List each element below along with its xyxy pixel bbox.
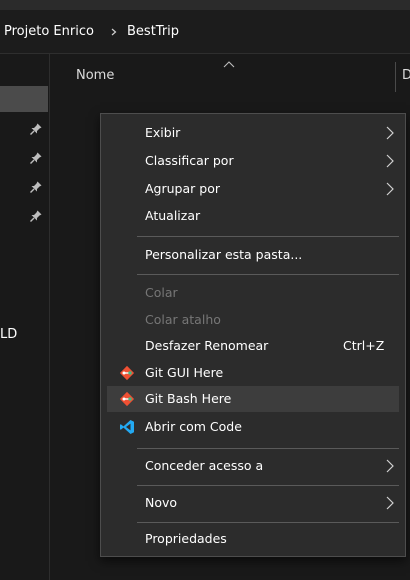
menu-item-agrupar-por[interactable]: Agrupar por [107, 176, 399, 202]
menu-item-label: Abrir com Code [145, 419, 242, 434]
column-header-name[interactable]: Nome [76, 68, 114, 83]
menu-item-colar[interactable]: Colar [107, 280, 399, 306]
git-icon [119, 365, 135, 381]
menu-item-label: Novo [145, 495, 178, 510]
shortcut-label: Ctrl+Z [343, 338, 385, 353]
column-header-date[interactable]: D [402, 68, 410, 83]
menu-item-novo[interactable]: Novo [107, 490, 399, 516]
chevron-right-icon [386, 459, 394, 473]
breadcrumb-item-besttrip[interactable]: BestTrip [127, 22, 179, 42]
pin-icon[interactable] [29, 122, 43, 136]
menu-item-label: Colar [145, 285, 178, 300]
git-icon [119, 391, 135, 407]
chevron-right-icon [386, 182, 394, 196]
menu-item-label: Agrupar por [145, 181, 220, 196]
menu-item-colar-atalho[interactable]: Colar atalho [107, 307, 399, 333]
menu-item-label: Atualizar [145, 208, 201, 223]
menu-separator [137, 522, 399, 523]
menu-item-exibir[interactable]: Exibir [107, 120, 399, 146]
menu-item-git-gui-here[interactable]: Git GUI Here [107, 360, 399, 386]
menu-item-label: Conceder acesso a [145, 458, 264, 473]
menu-item-abrir-com-code[interactable]: Abrir com Code [107, 414, 399, 440]
column-divider[interactable] [395, 62, 396, 92]
vscode-icon [120, 420, 134, 434]
chevron-right-icon [386, 126, 394, 140]
menu-item-label: Personalizar esta pasta... [145, 247, 303, 262]
menu-separator [137, 274, 399, 275]
menu-item-label: Classificar por [145, 153, 234, 168]
window-title-strip [0, 0, 410, 10]
menu-item-desfazer-renomear[interactable]: Desfazer Renomear Ctrl+Z [107, 333, 399, 359]
navigation-pane: LD [0, 54, 50, 580]
nav-item-truncated-label[interactable]: LD [0, 327, 17, 342]
menu-item-label: Git GUI Here [145, 365, 224, 380]
menu-separator [137, 448, 399, 449]
breadcrumb-item-projeto-enrico[interactable]: Projeto Enrico [4, 22, 94, 42]
menu-item-label: Colar atalho [145, 312, 221, 327]
chevron-right-icon [111, 28, 117, 36]
menu-item-label: Exibir [145, 125, 181, 140]
menu-item-propriedades[interactable]: Propriedades [107, 526, 399, 552]
menu-item-conceder-acesso[interactable]: Conceder acesso a [107, 453, 399, 479]
nav-item-selected[interactable] [0, 86, 48, 112]
menu-separator [137, 236, 399, 237]
menu-item-personalizar-pasta[interactable]: Personalizar esta pasta... [107, 242, 399, 268]
sort-ascending-icon [223, 61, 235, 68]
menu-item-label: Propriedades [145, 531, 227, 546]
pin-icon[interactable] [29, 151, 43, 165]
pin-icon[interactable] [29, 209, 43, 223]
menu-separator [137, 485, 399, 486]
menu-item-label: Desfazer Renomear [145, 338, 269, 353]
menu-item-classificar-por[interactable]: Classificar por [107, 148, 399, 174]
menu-item-atualizar[interactable]: Atualizar [107, 203, 399, 229]
context-menu: Exibir Classificar por Agrupar por Atual… [100, 113, 406, 557]
menu-item-git-bash-here[interactable]: Git Bash Here [107, 386, 399, 412]
menu-item-label: Git Bash Here [145, 391, 232, 406]
address-bar[interactable]: Projeto Enrico BestTrip [0, 10, 410, 54]
chevron-right-icon [386, 154, 394, 168]
pin-icon[interactable] [29, 180, 43, 194]
chevron-right-icon [386, 496, 394, 510]
